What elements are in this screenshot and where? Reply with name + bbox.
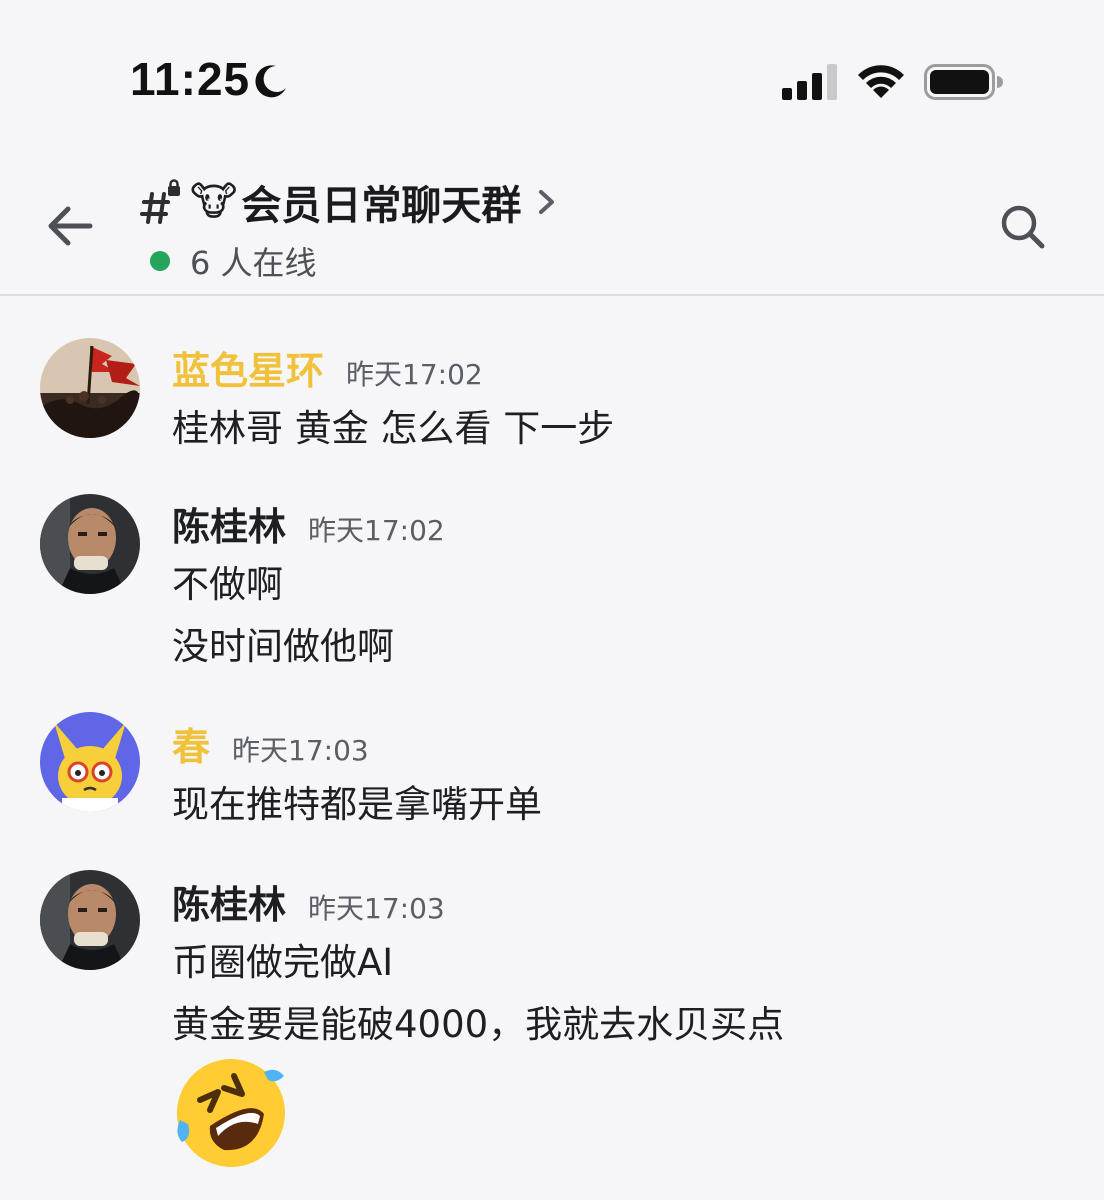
cellular-signal-icon <box>782 64 837 100</box>
message-text: 桂林哥 黄金 怎么看 下一步 <box>172 407 615 450</box>
moon-icon <box>255 65 286 98</box>
battery-icon <box>924 64 1003 100</box>
timestamp: 昨天17:03 <box>232 734 369 767</box>
wifi-icon <box>858 65 904 98</box>
username[interactable]: 陈桂林 <box>172 496 286 551</box>
online-status: 6 人在线 <box>150 238 317 284</box>
message-header: 陈桂林 昨天17:02 <box>172 496 445 551</box>
message-text: 黄金要是能破4000，我就去水贝买点 <box>172 1003 785 1046</box>
channel-name: 会员日常聊天群 <box>241 183 522 229</box>
status-bar: 11:25 <box>0 0 1104 150</box>
cow-emoji: 🐮 <box>190 179 238 225</box>
avatar[interactable] <box>40 338 140 438</box>
timestamp: 昨天17:03 <box>308 892 445 925</box>
channel-header: 🐮 会员日常聊天群 6 人在线 <box>0 150 1104 296</box>
message-header: 春 昨天17:03 <box>172 716 369 771</box>
timestamp: 昨天17:02 <box>346 358 483 391</box>
hashtag-lock-icon <box>140 179 180 224</box>
avatar[interactable] <box>40 712 140 812</box>
search-icon[interactable] <box>998 202 1048 252</box>
username[interactable]: 蓝色星环 <box>172 340 324 395</box>
message-text: 没时间做他啊 <box>172 625 394 668</box>
chevron-right-icon <box>539 190 555 214</box>
back-arrow-icon[interactable] <box>42 198 98 254</box>
message-text: 现在推特都是拿嘴开单 <box>172 783 542 826</box>
avatar[interactable] <box>40 870 140 970</box>
avatar[interactable] <box>40 494 140 594</box>
username[interactable]: 陈桂林 <box>172 874 286 929</box>
message-text: 币圈做完做AI <box>172 941 394 984</box>
online-indicator-dot <box>150 251 170 271</box>
channel-title-button[interactable]: 🐮 会员日常聊天群 <box>140 172 559 232</box>
timestamp: 昨天17:02 <box>308 514 445 547</box>
message-header: 蓝色星环 昨天17:02 <box>172 340 483 395</box>
online-count: 6 人在线 <box>190 244 317 282</box>
username[interactable]: 春 <box>172 716 210 771</box>
message-text: 不做啊 <box>172 563 283 606</box>
rolling-on-floor-laughing-emoji <box>177 1059 285 1167</box>
status-time: 11:25 <box>130 53 251 105</box>
message-header: 陈桂林 昨天17:03 <box>172 874 445 929</box>
message-list: 蓝色星环 昨天17:02 桂林哥 黄金 怎么看 下一步 陈桂林 昨天17:02 … <box>0 296 1104 1200</box>
